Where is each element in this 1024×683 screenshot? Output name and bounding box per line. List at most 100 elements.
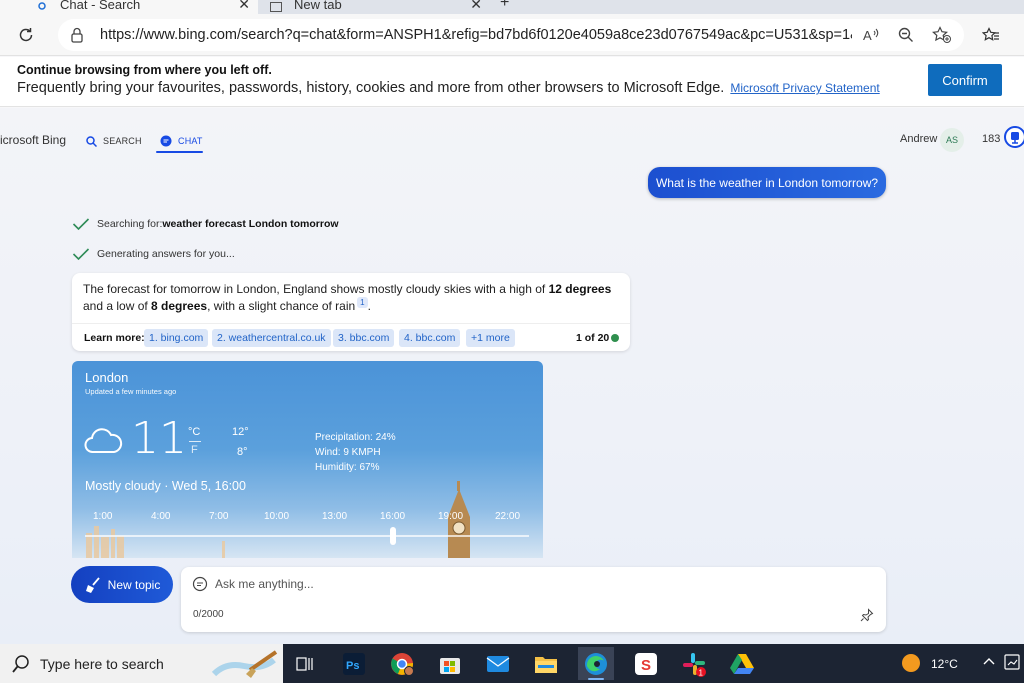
- rewards-icon[interactable]: [1004, 126, 1024, 148]
- hour-label[interactable]: 13:00: [322, 511, 347, 522]
- photoshop-icon: Ps: [343, 652, 365, 675]
- taskbar-search[interactable]: Type here to search: [0, 644, 283, 683]
- cloudy-icon: [84, 428, 123, 453]
- weather-card[interactable]: London Updated a few minutes ago 11 °C F…: [72, 361, 543, 558]
- add-favorite-button[interactable]: [932, 19, 952, 51]
- avatar[interactable]: AS: [940, 128, 964, 152]
- mail-icon: [486, 655, 510, 672]
- answer-text: The forecast for tomorrow in London, Eng…: [83, 281, 623, 314]
- hour-label[interactable]: 7:00: [209, 511, 228, 522]
- tab-label: CHAT: [178, 136, 203, 146]
- humidity: Humidity: 67%: [315, 462, 380, 473]
- microsoft-store-icon: [440, 657, 460, 674]
- unit-divider: [189, 441, 201, 442]
- zoom-out-icon: [898, 27, 913, 42]
- hour-label[interactable]: 19:00: [438, 511, 463, 522]
- browser-toolbar: https://www.bing.com/search?q=chat&form=…: [0, 14, 1024, 56]
- chrome-button[interactable]: [386, 647, 418, 680]
- chat-bubble-icon: [192, 576, 208, 592]
- edge-icon: [585, 652, 607, 675]
- weather-updated: Updated a few minutes ago: [85, 387, 177, 396]
- favorites-icon: [982, 27, 999, 41]
- taskbar-search-placeholder: Type here to search: [40, 656, 164, 672]
- low-temperature: 8°: [237, 446, 248, 458]
- search-step-prefix: Searching for:: [97, 218, 163, 230]
- file-explorer-icon: [535, 656, 557, 673]
- file-explorer-button[interactable]: [530, 647, 562, 680]
- answer-part: The forecast for tomorrow in London, Eng…: [83, 282, 549, 296]
- chevron-up-icon[interactable]: [982, 654, 996, 668]
- chat-composer[interactable]: 0/2000: [181, 567, 886, 632]
- photoshop-button[interactable]: Ps: [338, 647, 370, 680]
- search-icon: [86, 135, 97, 147]
- generating-step: Generating answers for you...: [72, 247, 235, 261]
- hour-label[interactable]: 1:00: [93, 511, 112, 522]
- favorites-button[interactable]: [980, 14, 1002, 56]
- answer-part: .: [367, 299, 371, 313]
- fahrenheit-toggle[interactable]: F: [191, 444, 198, 456]
- app-s-button[interactable]: S: [630, 647, 662, 680]
- current-temperature: 11: [131, 413, 187, 464]
- google-drive-button[interactable]: [726, 647, 758, 680]
- hour-label[interactable]: 4:00: [151, 511, 170, 522]
- notification-badge: 1: [699, 668, 704, 677]
- microsoft-store-button[interactable]: [434, 647, 466, 680]
- address-bar[interactable]: https://www.bing.com/search?q=chat&form=…: [58, 19, 964, 51]
- broom-icon: [85, 576, 100, 593]
- tab-search[interactable]: SEARCH: [86, 130, 142, 152]
- bing-brand[interactable]: icrosoft Bing: [0, 133, 66, 147]
- tab-new-tab[interactable]: New tab ✕: [262, 0, 490, 14]
- confirm-button[interactable]: Confirm: [928, 64, 1002, 96]
- read-aloud-button[interactable]: A: [863, 19, 879, 51]
- source-link[interactable]: 4. bbc.com: [399, 329, 461, 347]
- source-link[interactable]: 1. bing.com: [144, 329, 209, 347]
- url-text[interactable]: https://www.bing.com/search?q=chat&form=…: [100, 19, 852, 51]
- hour-slider-track[interactable]: [85, 535, 529, 537]
- new-tab-button[interactable]: +: [500, 0, 509, 12]
- star-add-icon: [932, 26, 951, 43]
- source-link[interactable]: 2. weathercentral.co.uk: [212, 329, 331, 347]
- hour-label[interactable]: 22:00: [495, 511, 520, 522]
- privacy-statement-link[interactable]: Microsoft Privacy Statement: [730, 81, 879, 95]
- user-message-bubble: What is the weather in London tomorrow?: [648, 167, 886, 198]
- banner-message: Frequently bring your favourites, passwo…: [17, 80, 725, 96]
- more-sources-link[interactable]: +1 more: [466, 329, 515, 347]
- source-link[interactable]: 3. bbc.com: [333, 329, 395, 347]
- mail-button[interactable]: [482, 647, 514, 680]
- search-step: Searching for: weather forecast London t…: [72, 217, 339, 231]
- weather-sun-icon[interactable]: [902, 654, 920, 672]
- new-topic-button[interactable]: New topic: [71, 566, 173, 603]
- tab-chat-search[interactable]: Chat - Search ✕: [0, 0, 258, 14]
- response-count: 1 of 20: [576, 332, 610, 344]
- hour-slider-thumb[interactable]: [390, 527, 396, 545]
- read-aloud-icon: A: [863, 28, 879, 42]
- new-tab-page-icon: [270, 2, 282, 12]
- task-view-button[interactable]: [289, 647, 321, 680]
- search-query: weather forecast London tomorrow: [162, 218, 339, 230]
- tab-chat[interactable]: CHAT: [160, 130, 203, 152]
- close-tab-icon[interactable]: ✕: [238, 0, 250, 13]
- refresh-button[interactable]: [14, 14, 38, 56]
- lock-icon[interactable]: [70, 26, 84, 44]
- generating-text: Generating answers for you...: [97, 248, 235, 260]
- answer-low: 8 degrees: [151, 299, 208, 313]
- svg-text:Ps: Ps: [346, 660, 359, 672]
- hour-label[interactable]: 16:00: [380, 511, 405, 522]
- search-icon: [12, 655, 29, 673]
- check-icon: [72, 248, 90, 261]
- taskbar-weather[interactable]: 12°C: [931, 657, 958, 671]
- citation-marker[interactable]: 1: [357, 297, 368, 308]
- pin-icon[interactable]: [860, 608, 874, 622]
- search-icon: [38, 2, 46, 10]
- ask-input[interactable]: [215, 573, 855, 595]
- user-name[interactable]: Andrew: [900, 133, 937, 145]
- svg-text:A: A: [863, 28, 872, 42]
- celsius-toggle[interactable]: °C: [188, 426, 200, 438]
- edge-button[interactable]: [578, 647, 614, 680]
- zoom-button[interactable]: [898, 19, 914, 51]
- slack-button[interactable]: 1: [678, 647, 710, 680]
- rewards-count[interactable]: 183: [982, 133, 1000, 145]
- close-tab-icon[interactable]: ✕: [470, 0, 482, 13]
- hour-label[interactable]: 10:00: [264, 511, 289, 522]
- tray-device-icon[interactable]: [1004, 654, 1022, 672]
